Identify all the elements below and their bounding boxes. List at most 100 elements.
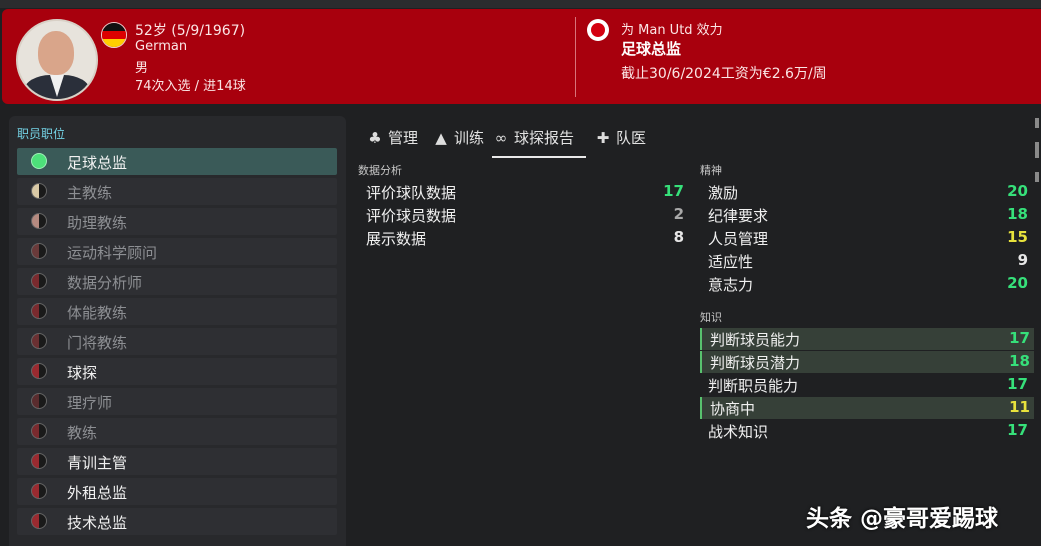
medkit-icon: ✚ — [596, 129, 610, 147]
role-label: 门将教练 — [67, 334, 128, 352]
people-icon: ♣ — [368, 129, 382, 147]
nationality[interactable]: German — [135, 39, 187, 54]
role-label: 体能教练 — [67, 304, 128, 322]
role-rating-icon — [31, 513, 47, 529]
roles-panel-title: 职员职位 — [17, 127, 66, 141]
role-label: 球探 — [67, 364, 98, 382]
role-item[interactable]: 足球总监 — [17, 148, 337, 175]
role-rating-icon — [31, 393, 47, 409]
role-item[interactable]: 体能教练 — [17, 298, 337, 325]
role-item[interactable]: 球探 — [17, 358, 337, 385]
role-label: 助理教练 — [67, 214, 128, 232]
tab-cone[interactable]: ▲ 训练 — [432, 120, 485, 156]
staff-roles-panel: 职员职位 足球总监主教练助理教练运动科学顾问 数据分析师体能教练门将教练球探理疗师… — [9, 116, 346, 546]
attribute-value: 18 — [1009, 352, 1030, 370]
attribute-row[interactable]: 判断职员能力 17 — [700, 374, 1032, 396]
attribute-row[interactable]: 判断球员能力 17 — [700, 328, 1034, 350]
role-rating-icon — [31, 273, 47, 289]
role-rating-icon — [31, 213, 47, 229]
attribute-row[interactable]: 意志力 20 — [700, 273, 1032, 295]
contract-info: 截止30/6/2024工资为€2.6万/周 — [621, 66, 827, 82]
role-item[interactable]: 数据分析师 — [17, 268, 337, 295]
attribute-name: 纪律要求 — [708, 207, 769, 225]
data-analysis-title: 数据分析 — [358, 164, 402, 177]
tab-label: 球探报告 — [514, 129, 575, 147]
mental-title: 精神 — [700, 164, 722, 177]
germany-flag-icon — [101, 22, 127, 48]
attribute-value: 11 — [1009, 398, 1030, 416]
role-label: 足球总监 — [67, 154, 128, 172]
role-rating-icon — [31, 483, 47, 499]
staff-avatar — [16, 19, 98, 101]
edge-marker — [1035, 118, 1039, 128]
role-label: 教练 — [67, 424, 98, 442]
role-rating-icon — [31, 333, 47, 349]
attribute-row[interactable]: 协商中 11 — [700, 397, 1034, 419]
edge-marker — [1035, 142, 1039, 158]
role-label: 运动科学顾问 — [67, 244, 158, 262]
caps-goals: 74次入选 / 进14球 — [135, 79, 246, 94]
attribute-name: 意志力 — [708, 276, 754, 294]
tab-people[interactable]: ♣ 管理 — [366, 120, 418, 156]
role-item[interactable]: 技术总监 — [17, 508, 337, 535]
attribute-row[interactable]: 判断球员潜力 18 — [700, 351, 1034, 373]
attribute-row[interactable]: 战术知识 17 — [700, 420, 1032, 442]
role-label: 外租总监 — [67, 484, 128, 502]
role-label: 主教练 — [67, 184, 113, 202]
age-dob: 52岁 (5/9/1967) — [135, 23, 246, 39]
attribute-value: 2 — [673, 205, 684, 223]
attribute-row[interactable]: 评价球队数据 17 — [358, 181, 688, 203]
role-item[interactable]: 主教练 — [17, 178, 337, 205]
attribute-name: 评价球队数据 — [366, 184, 457, 202]
role-item[interactable]: 青训主管 — [17, 448, 337, 475]
role-title: 足球总监 — [621, 40, 682, 58]
attribute-name: 战术知识 — [708, 423, 769, 441]
attribute-row[interactable]: 展示数据 8 — [358, 227, 688, 249]
edge-marker — [1035, 172, 1039, 182]
role-rating-icon — [31, 183, 47, 199]
role-item[interactable]: 助理教练 — [17, 208, 337, 235]
role-item[interactable]: 门将教练 — [17, 328, 337, 355]
role-item[interactable]: 运动科学顾问 — [17, 238, 337, 265]
club-crest-icon[interactable] — [587, 19, 609, 41]
knowledge-title: 知识 — [700, 311, 722, 324]
role-rating-icon — [31, 303, 47, 319]
role-item[interactable]: 教练 — [17, 418, 337, 445]
attribute-value: 20 — [1007, 274, 1028, 292]
attribute-name: 判断球员潜力 — [710, 354, 801, 372]
tab-binoculars[interactable]: ∞ 球探报告 — [492, 120, 586, 158]
attribute-name: 协商中 — [710, 400, 756, 418]
attribute-row[interactable]: 人员管理 15 — [700, 227, 1032, 249]
role-label: 数据分析师 — [67, 274, 143, 292]
attribute-row[interactable]: 评价球员数据 2 — [358, 204, 688, 226]
attribute-value: 15 — [1007, 228, 1028, 246]
role-rating-icon — [31, 363, 47, 379]
attribute-row[interactable]: 纪律要求 18 — [700, 204, 1032, 226]
profile-header: 52岁 (5/9/1967) German 男 74次入选 / 进14球 为 M… — [2, 9, 1041, 104]
attribute-value: 20 — [1007, 182, 1028, 200]
role-item[interactable]: 外租总监 — [17, 478, 337, 505]
attribute-name: 判断职员能力 — [708, 377, 799, 395]
attribute-value: 9 — [1017, 251, 1028, 269]
tab-medkit[interactable]: ✚ 队医 — [594, 120, 650, 156]
attribute-row[interactable]: 激励 20 — [700, 181, 1032, 203]
role-item[interactable]: 理疗师 — [17, 388, 337, 415]
gender: 男 — [135, 61, 149, 76]
club-line[interactable]: 为 Man Utd 效力 — [621, 19, 723, 38]
role-rating-icon — [31, 243, 47, 259]
attribute-value: 17 — [663, 182, 684, 200]
attribute-value: 17 — [1007, 421, 1028, 439]
attribute-value: 17 — [1009, 329, 1030, 347]
tab-label: 训练 — [454, 129, 485, 147]
cone-icon: ▲ — [435, 129, 447, 147]
role-rating-icon — [31, 453, 47, 469]
watermark: 头条 @豪哥爱踢球 — [806, 506, 999, 532]
attribute-name: 激励 — [708, 184, 739, 202]
binoculars-icon: ∞ — [494, 129, 508, 147]
attribute-row[interactable]: 适应性 9 — [700, 250, 1032, 272]
tab-label: 队医 — [616, 129, 647, 147]
role-rating-icon — [31, 153, 47, 169]
attribute-name: 判断球员能力 — [710, 331, 801, 349]
top-strip — [0, 0, 1041, 8]
role-label: 青训主管 — [67, 454, 128, 472]
